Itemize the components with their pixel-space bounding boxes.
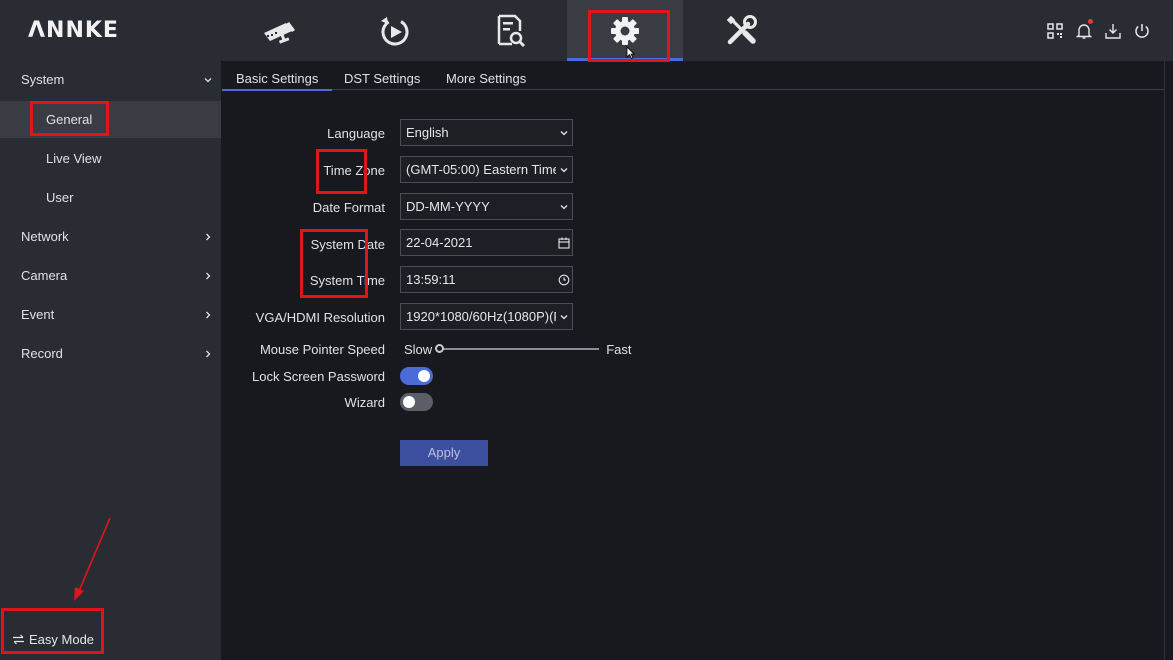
chevron-right-icon — [201, 218, 215, 255]
power-icon — [1135, 24, 1149, 38]
red-annotation-arrow — [74, 517, 111, 601]
system-date-label: System Date — [310, 237, 385, 252]
nav-camera[interactable] — [221, 0, 337, 61]
clock-icon[interactable] — [556, 267, 572, 292]
toggle-knob — [418, 370, 430, 382]
sidebar-item-label: Record — [21, 346, 63, 361]
resolution-select[interactable]: 1920*1080/60Hz(1080P)(Recommended) — [400, 303, 573, 330]
annke-logo: ΛNNKE — [28, 18, 119, 43]
date-format-value: DD-MM-YYYY — [406, 199, 490, 214]
time-zone-select[interactable]: (GMT-05:00) Eastern Time(US & Canada) — [400, 156, 573, 183]
power-button[interactable] — [1131, 20, 1153, 42]
sidebar-item-system[interactable]: System — [0, 61, 221, 98]
sidebar-item-user[interactable]: User — [0, 179, 221, 216]
sidebar-item-label: Camera — [21, 268, 68, 283]
resolution-label: VGA/HDMI Resolution — [255, 310, 385, 325]
tab-more-settings[interactable]: More Settings — [446, 61, 526, 90]
tab-dst-settings[interactable]: DST Settings — [344, 61, 420, 90]
sidebar-item-event[interactable]: Event — [0, 296, 221, 333]
nav-tools[interactable] — [683, 0, 799, 61]
easy-mode-button[interactable]: Easy Mode — [12, 632, 94, 647]
sidebar-item-general[interactable]: General — [0, 101, 221, 138]
system-time-value: 13:59:11 — [406, 272, 456, 287]
panel-edge — [1164, 61, 1165, 660]
slider-handle[interactable] — [435, 344, 445, 353]
settings-tabs: Basic Settings DST Settings More Setting… — [221, 61, 1165, 91]
apply-button[interactable]: Apply — [400, 440, 488, 466]
slider-min-label: Slow — [404, 341, 433, 357]
top-bar: ΛNNKE — [0, 0, 1173, 61]
file-search-icon — [497, 14, 525, 47]
language-value: English — [406, 125, 449, 140]
notification-dot — [1088, 19, 1093, 24]
mouse-speed-slider[interactable] — [435, 344, 600, 353]
mouse-speed-label: Mouse Pointer Speed — [259, 342, 385, 357]
chevron-down-icon — [556, 194, 572, 219]
chevron-down-icon — [556, 157, 572, 182]
date-format-select[interactable]: DD-MM-YYYY — [400, 193, 573, 220]
chevron-right-icon — [201, 296, 215, 333]
chevron-down-icon — [556, 304, 572, 329]
language-select[interactable]: English — [400, 119, 573, 146]
sidebar-item-label: Network — [21, 229, 69, 244]
sidebar-item-network[interactable]: Network — [0, 218, 221, 255]
sidebar-item-label: User — [46, 190, 74, 205]
camera-icon — [264, 21, 295, 44]
sidebar-item-label: System — [21, 72, 65, 87]
easy-mode-label: Easy Mode — [29, 632, 95, 647]
date-format-label: Date Format — [312, 200, 385, 215]
sidebar-item-label: Event — [21, 307, 55, 322]
playback-icon — [381, 16, 409, 45]
sidebar-item-live-view[interactable]: Live View — [0, 140, 221, 177]
sidebar-item-label: Live View — [46, 151, 102, 166]
nav-file-search[interactable] — [452, 0, 568, 61]
wizard-label: Wizard — [344, 395, 385, 410]
chevron-right-icon — [201, 257, 215, 294]
chevron-right-icon — [201, 335, 215, 372]
mouse-cursor-icon — [626, 46, 635, 59]
notification-button[interactable] — [1073, 19, 1095, 42]
chevron-down-icon — [201, 61, 215, 98]
system-time-input[interactable]: 13:59:11 — [400, 266, 573, 293]
slider-max-label: Fast — [606, 341, 632, 357]
sidebar-item-label: General — [46, 112, 93, 127]
time-zone-label: Time Zone — [323, 163, 385, 178]
system-date-value: 22-04-2021 — [406, 235, 473, 250]
qr-code-button[interactable] — [1044, 20, 1066, 42]
sidebar-item-record[interactable]: Record — [0, 335, 221, 372]
nav-playback[interactable] — [337, 0, 453, 61]
download-button[interactable] — [1102, 20, 1124, 42]
qr-code-icon — [1047, 23, 1063, 39]
system-date-input[interactable]: 22-04-2021 — [400, 229, 573, 256]
lock-screen-password-toggle[interactable] — [400, 367, 433, 385]
wizard-toggle[interactable] — [400, 393, 433, 411]
language-label: Language — [327, 126, 385, 141]
bell-icon — [1075, 24, 1093, 39]
calendar-icon[interactable] — [556, 230, 572, 255]
download-icon — [1105, 24, 1121, 39]
swap-arrows-icon — [13, 634, 24, 645]
tools-icon — [726, 14, 757, 44]
system-time-label: System Time — [309, 273, 385, 288]
mouse-speed-slider-row: Slow Fast — [404, 341, 631, 357]
time-zone-value: (GMT-05:00) Eastern Time(US & Canada) — [406, 162, 572, 177]
resolution-value: 1920*1080/60Hz(1080P)(Recommended) — [406, 309, 573, 324]
sidebar-item-camera[interactable]: Camera — [0, 257, 221, 294]
tab-basic-settings[interactable]: Basic Settings — [221, 61, 333, 91]
lock-screen-password-label: Lock Screen Password — [252, 369, 385, 384]
chevron-down-icon — [556, 120, 572, 145]
toggle-knob — [403, 396, 415, 408]
settings-gear-icon — [611, 16, 639, 45]
nav-settings[interactable] — [567, 0, 683, 61]
